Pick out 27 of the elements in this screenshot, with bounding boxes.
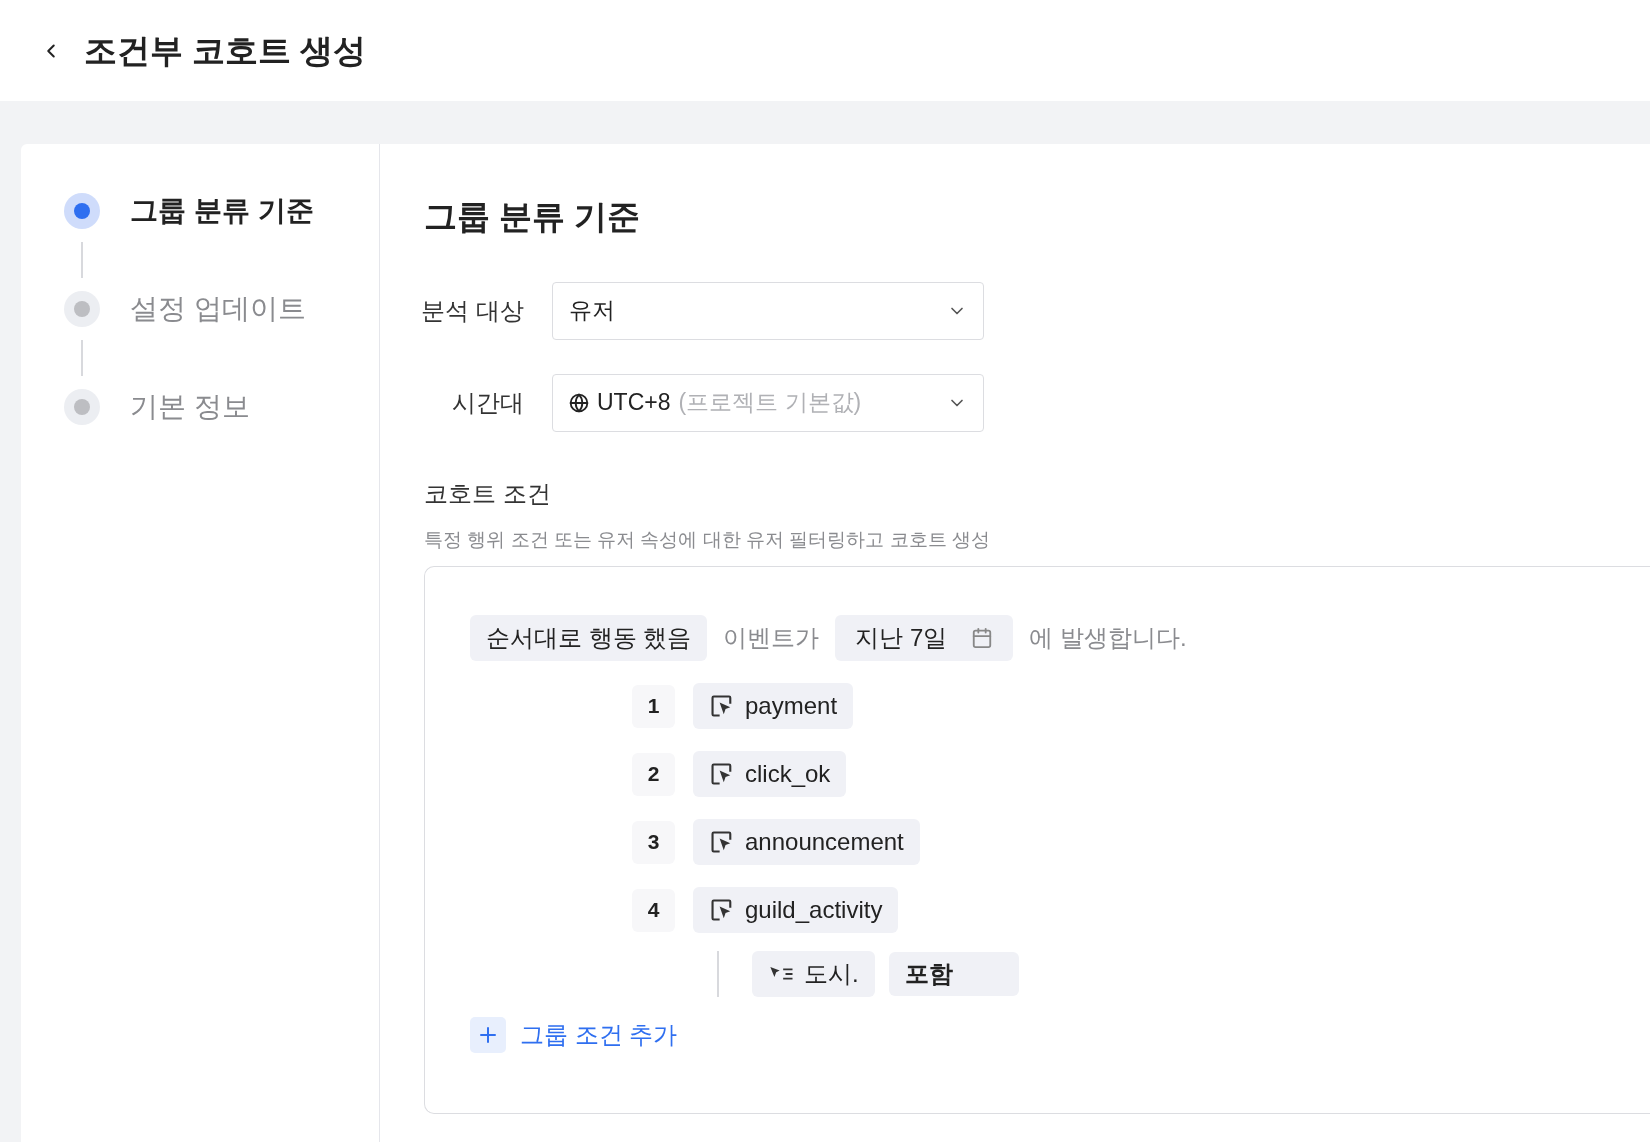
step-number: 1 — [632, 684, 675, 728]
step-number: 4 — [632, 888, 675, 932]
behavior-select[interactable]: 순서대로 행동 했음 — [470, 615, 708, 661]
period-select[interactable]: 지난 7일 — [835, 615, 1014, 661]
calendar-icon — [971, 627, 994, 649]
event-chip[interactable]: payment — [693, 683, 854, 729]
select-field[interactable]: 유저 — [552, 281, 984, 340]
field-label: 분석 대상 — [420, 295, 524, 326]
page-title: 조건부 코호트 생성 — [84, 30, 367, 71]
connector-text: 이벤트가 — [723, 623, 820, 653]
event-chip[interactable]: guild_activity — [693, 887, 899, 933]
field-label: 시간대 — [451, 387, 524, 418]
event-chip[interactable]: click_ok — [693, 751, 847, 797]
step-number: 3 — [632, 820, 675, 864]
cohort-title: 코호트 조건 — [424, 478, 552, 509]
property-chip[interactable]: 도시. — [752, 951, 875, 997]
operator-select[interactable]: 포함 — [888, 952, 1019, 996]
step-label[interactable]: 그룹 분류 기준 — [130, 190, 314, 232]
suffix-text: 에 발생합니다. — [1029, 623, 1187, 653]
globe-icon — [569, 392, 589, 413]
add-group-condition-button[interactable]: 그룹 조건 추가 — [470, 1017, 678, 1053]
step-number: 2 — [632, 752, 675, 796]
plus-icon — [470, 1017, 506, 1053]
event-chip[interactable]: announcement — [693, 819, 920, 865]
section-title: 그룹 분류 기준 — [424, 197, 642, 237]
cohort-description: 특정 행위 조건 또는 유저 속성에 대한 유저 필터링하고 코호트 생성 — [424, 527, 991, 552]
select-field[interactable]: UTC+8 (프로젝트 기본값) — [552, 373, 984, 432]
